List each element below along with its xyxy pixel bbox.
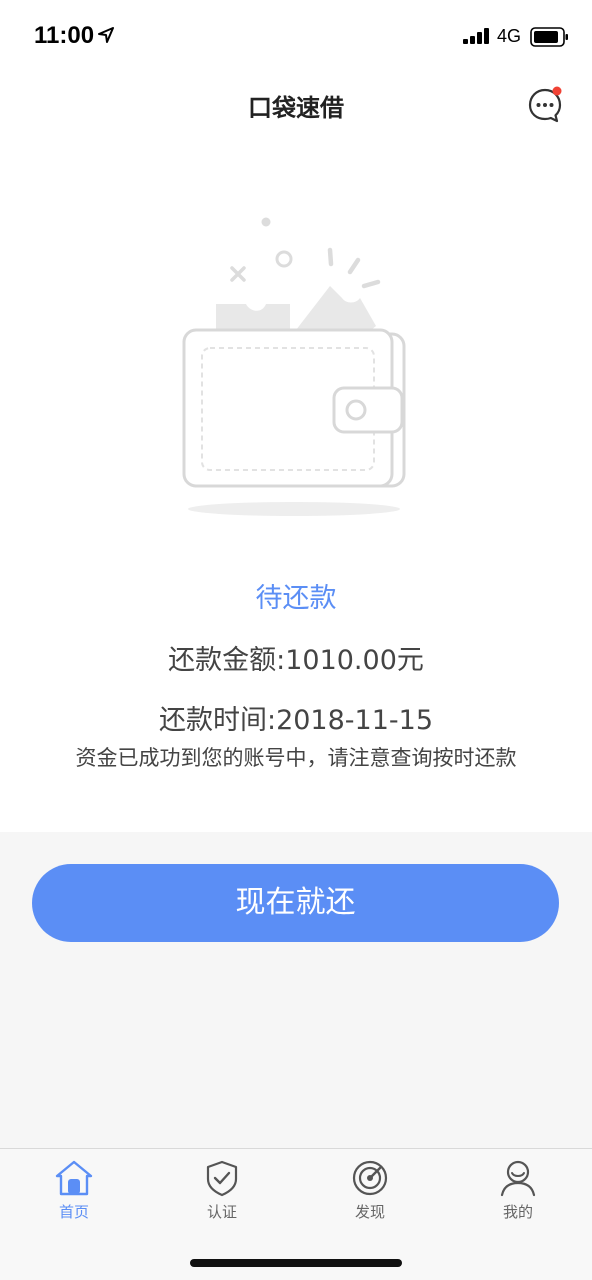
location-arrow-icon [98, 27, 114, 43]
tab-label: 我的 [502, 1203, 533, 1221]
home-icon [55, 1160, 93, 1196]
page-title: 口袋速借 [248, 94, 344, 122]
tab-verification[interactable]: 认证 [148, 1159, 296, 1229]
signal-bars-icon [463, 28, 489, 44]
tab-label: 认证 [206, 1203, 237, 1221]
tab-label: 发现 [354, 1203, 385, 1221]
tab-home[interactable]: 首页 [0, 1159, 148, 1229]
message-button[interactable] [526, 86, 564, 124]
status-time: 11:00 [34, 22, 95, 49]
nav-bar: 口袋速借 [0, 72, 592, 138]
user-icon [500, 1160, 536, 1197]
tab-discover[interactable]: 发现 [296, 1159, 444, 1229]
loan-card: 待还款 还款金额:1010.00元 还款时间:2018-11-15 资金已成功到… [0, 138, 592, 832]
repay-now-button[interactable]: 现在就还 [32, 864, 559, 942]
repayment-notice: 资金已成功到您的账号中，请注意查询按时还款 [75, 746, 517, 770]
notification-dot [552, 86, 562, 96]
radar-icon [352, 1160, 388, 1196]
repayment-amount: 还款金额:1010.00元 [168, 645, 424, 676]
repayment-date: 还款时间:2018-11-15 [158, 705, 433, 736]
loan-status-label: 待还款 [255, 583, 337, 614]
shield-check-icon [206, 1160, 238, 1197]
empty-wallet-illustration [182, 217, 406, 516]
status-bar: 11:00 4G [0, 0, 592, 72]
tab-profile[interactable]: 我的 [444, 1159, 592, 1229]
network-label: 4G [497, 26, 522, 46]
tab-label: 首页 [58, 1203, 89, 1221]
battery-icon [530, 27, 568, 47]
home-indicator[interactable] [190, 1259, 402, 1267]
